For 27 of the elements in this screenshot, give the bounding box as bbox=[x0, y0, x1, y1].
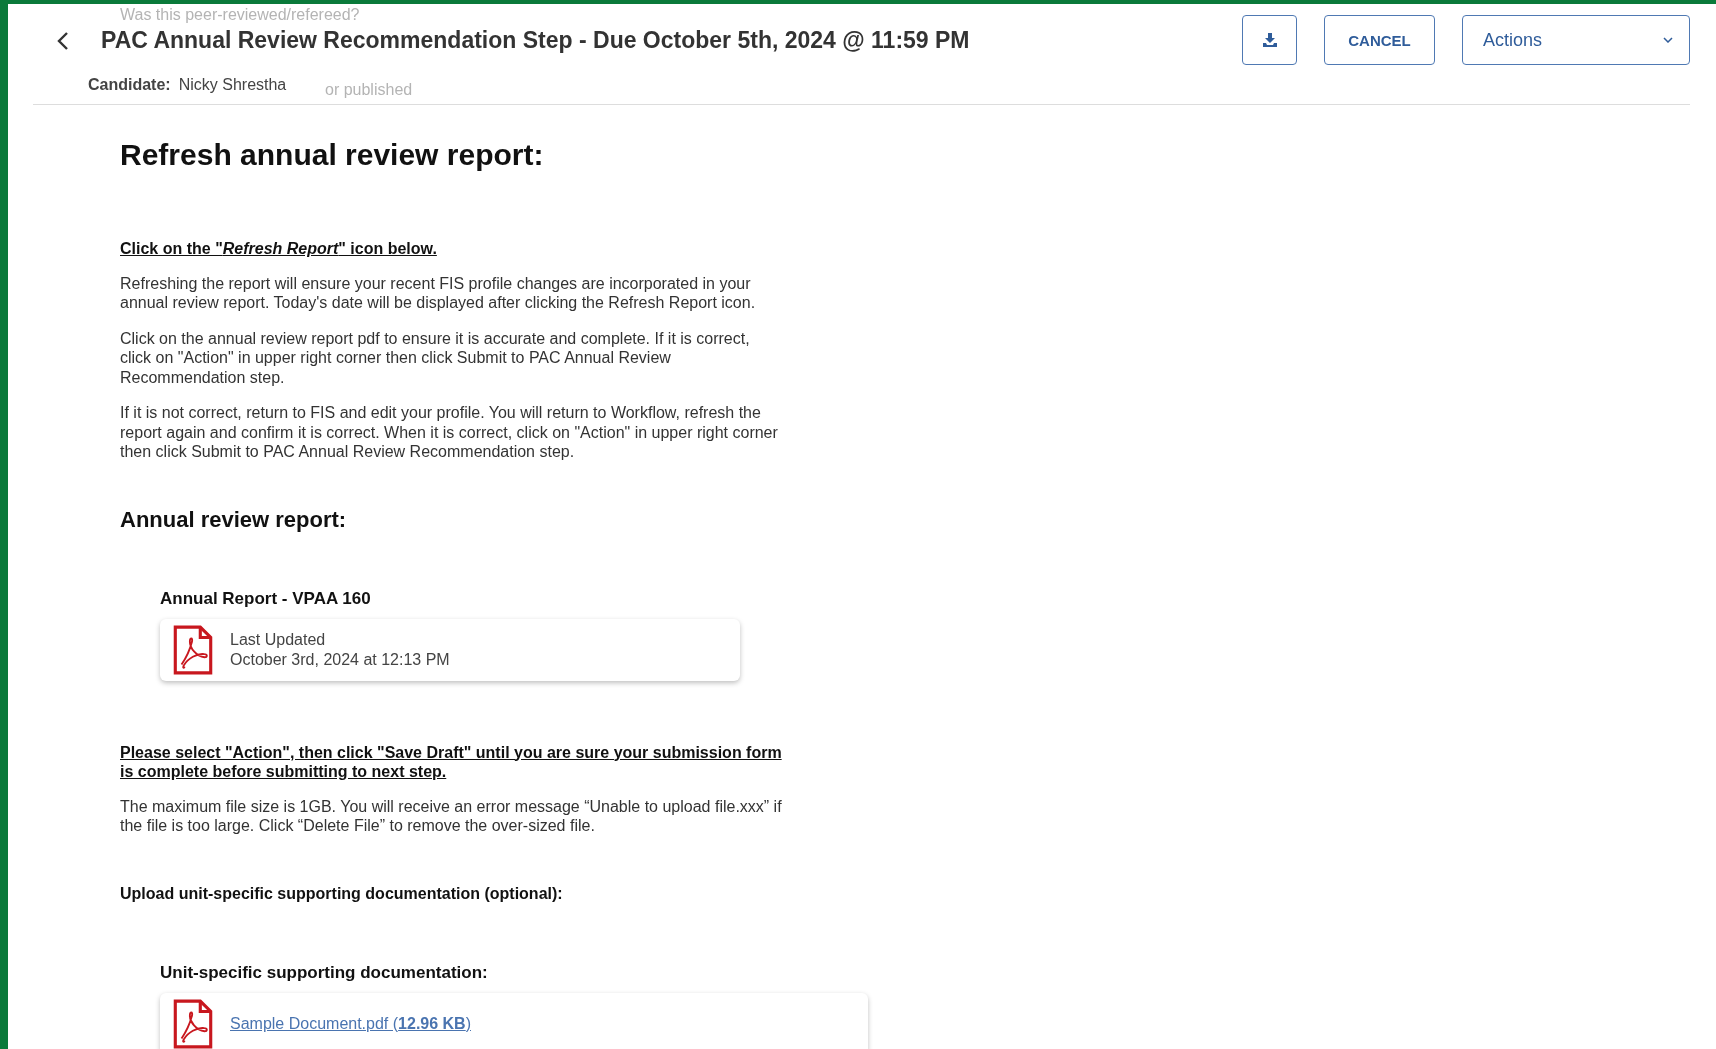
upload-label: Upload unit-specific supporting documentation (optional): bbox=[120, 883, 564, 903]
instruction-text: Please select "Action", then click "Save Draft" until you are sure your submission form is complete before submitting to next step. bbox=[120, 742, 783, 782]
cancel-button[interactable]: CANCEL bbox=[1324, 15, 1435, 65]
instruction-text: Click on the "Refresh Report" icon below. bbox=[120, 239, 438, 259]
page-title: PAC Annual Review Recommendation Step - Due October 5th, 2024 @ 11:59 PM bbox=[101, 27, 970, 54]
file-info: October 3rd, 2024 at 12:13 PM bbox=[230, 649, 450, 669]
paragraph: The maximum file size is 1GB. You will receive an error message “Unable to upload file.xxx” if the file is too large. Click “Delete File” to remove the over-sized file. bbox=[120, 796, 783, 836]
paragraph: Click on the annual review report pdf to ensure it is accurate and complete. If it is correct, click on "Action" in upper right corner then click Submit to PAC Annual Review Recommendation step. bbox=[120, 328, 751, 387]
download-button[interactable] bbox=[1242, 15, 1297, 65]
file-link[interactable]: Sample Document.pdf (12.96 KB) bbox=[230, 1013, 471, 1034]
pdf-icon bbox=[172, 624, 214, 675]
paragraph: If it is not correct, return to FIS and edit your profile. You will return to Workflow, refresh the report again and confirm it is correct. When it is correct, click on "Action" in upper right corner then click Submit to PAC Annual Review Recommendation step. bbox=[120, 403, 779, 462]
candidate-name: Nicky Shrestha bbox=[178, 76, 287, 94]
file-label: Unit-specific supporting documentation: bbox=[160, 963, 489, 983]
download-icon bbox=[1262, 33, 1277, 47]
faded-text: Was this peer-reviewed/refereed? bbox=[120, 6, 360, 24]
faded-text: or published bbox=[325, 81, 413, 99]
file-label: Annual Report - VPAA 160 bbox=[160, 589, 372, 609]
file-info: Last Updated bbox=[230, 630, 327, 650]
chevron-icon bbox=[1663, 37, 1673, 43]
actions-dropdown[interactable]: Actions bbox=[1462, 15, 1690, 65]
paragraph: Refreshing the report will ensure your recent FIS profile changes are incorporated in your annual review report. Today's date will be displayed after clicking the Refresh Report icon. bbox=[120, 273, 757, 313]
pdf-icon bbox=[172, 998, 214, 1049]
candidate-label: Candidate: bbox=[88, 76, 171, 94]
file-card[interactable]: Sample Document.pdf (12.96 KB) bbox=[160, 992, 868, 1049]
page-heading: Refresh annual review report: bbox=[120, 137, 545, 173]
file-card[interactable]: Last Updated October 3rd, 2024 at 12:13 PM bbox=[160, 618, 740, 681]
